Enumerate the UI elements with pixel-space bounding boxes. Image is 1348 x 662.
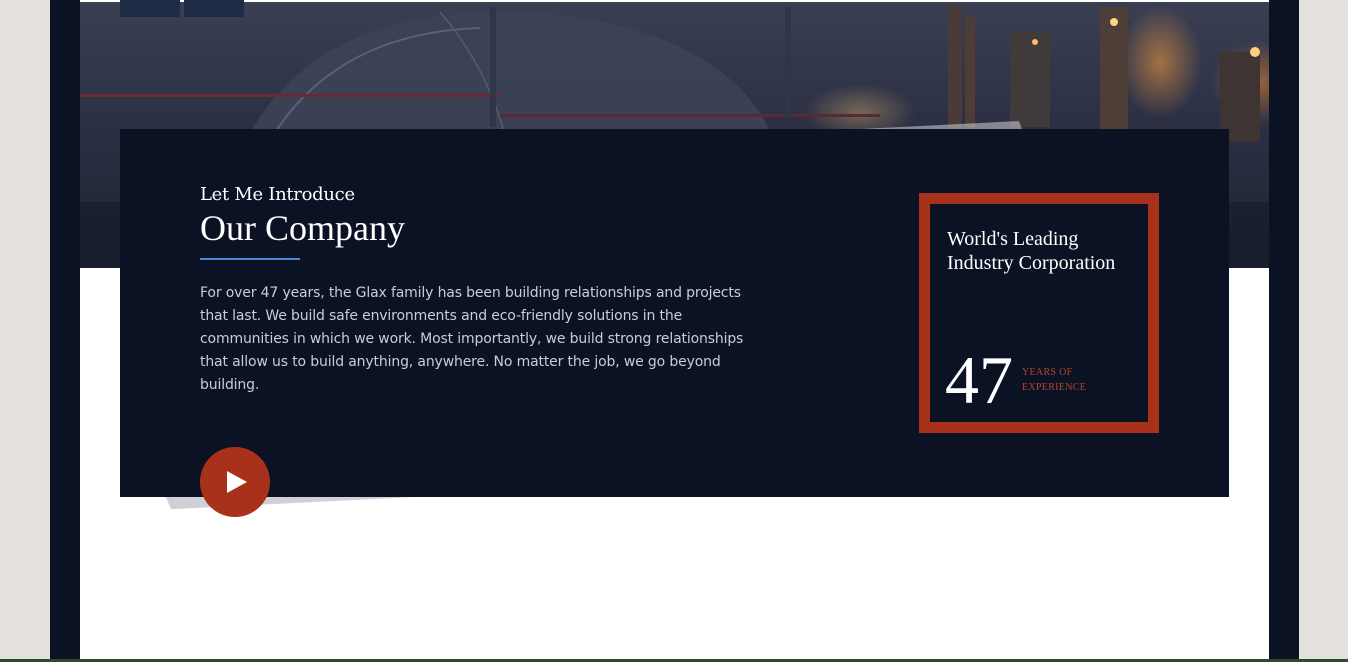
experience-stat-box: World's Leading Industry Corporation 47 … — [919, 193, 1159, 433]
intro-kicker: Let Me Introduce — [200, 184, 355, 205]
title-underline — [200, 258, 300, 260]
intro-description: For over 47 years, the Glax family has b… — [200, 285, 744, 393]
stat-number: 47 — [945, 342, 1013, 418]
play-icon — [227, 471, 247, 493]
stat-label: Years of Experience — [1022, 367, 1087, 393]
stat-title: World's Leading Industry Corporation — [947, 228, 1116, 274]
play-video-button[interactable] — [200, 447, 270, 517]
page-title: Our Company — [200, 208, 405, 248]
intro-panel: Let Me Introduce Our Company For over 47… — [120, 129, 1229, 517]
